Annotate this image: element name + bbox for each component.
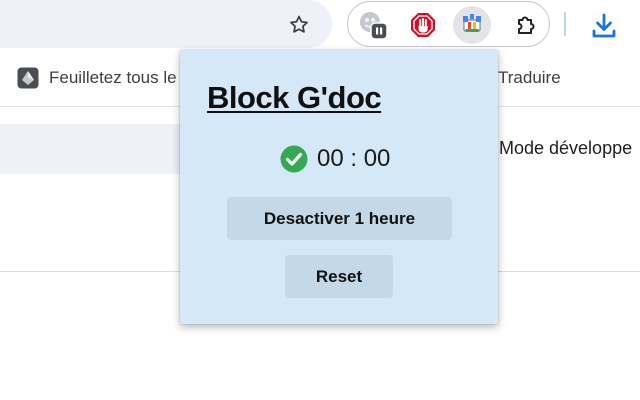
timer-value: 00 : 00 [317,145,391,172]
extension-popup: Block G'doc 00 : 00 Desactiver 1 heure R… [180,50,498,324]
bookmark-star-icon[interactable] [284,10,314,40]
bookmark-item-feuilletez[interactable]: Feuilletez tous le [17,66,177,90]
check-circle-icon [280,145,308,173]
bookmark-item-traduire[interactable]: Traduire [498,66,561,90]
stop-hand-extension-icon[interactable] [404,6,442,44]
popup-title: Block G'doc [207,80,382,115]
extensions-group [347,1,550,47]
toolbar-separator [564,12,566,36]
browser-window: Feuilletez tous le Traduire Mode dévelop… [0,0,640,400]
address-bar[interactable] [0,0,332,48]
bookmark-favicon-icon [17,67,39,89]
reset-button[interactable]: Reset [285,255,393,298]
block-gdoc-extension-icon[interactable] [453,6,491,44]
page-banner [0,124,200,174]
timer-display: 00 : 00 [280,144,390,174]
puzzle-extensions-icon[interactable] [506,6,544,44]
download-icon[interactable] [587,9,621,43]
bookmark-label: Feuilletez tous le [49,68,177,87]
paused-extension-icon[interactable] [354,6,392,44]
browser-toolbar [0,0,640,50]
disable-one-hour-button[interactable]: Desactiver 1 heure [227,197,452,240]
bookmark-label: Traduire [498,68,561,87]
developer-mode-label: Mode développe [499,138,633,158]
